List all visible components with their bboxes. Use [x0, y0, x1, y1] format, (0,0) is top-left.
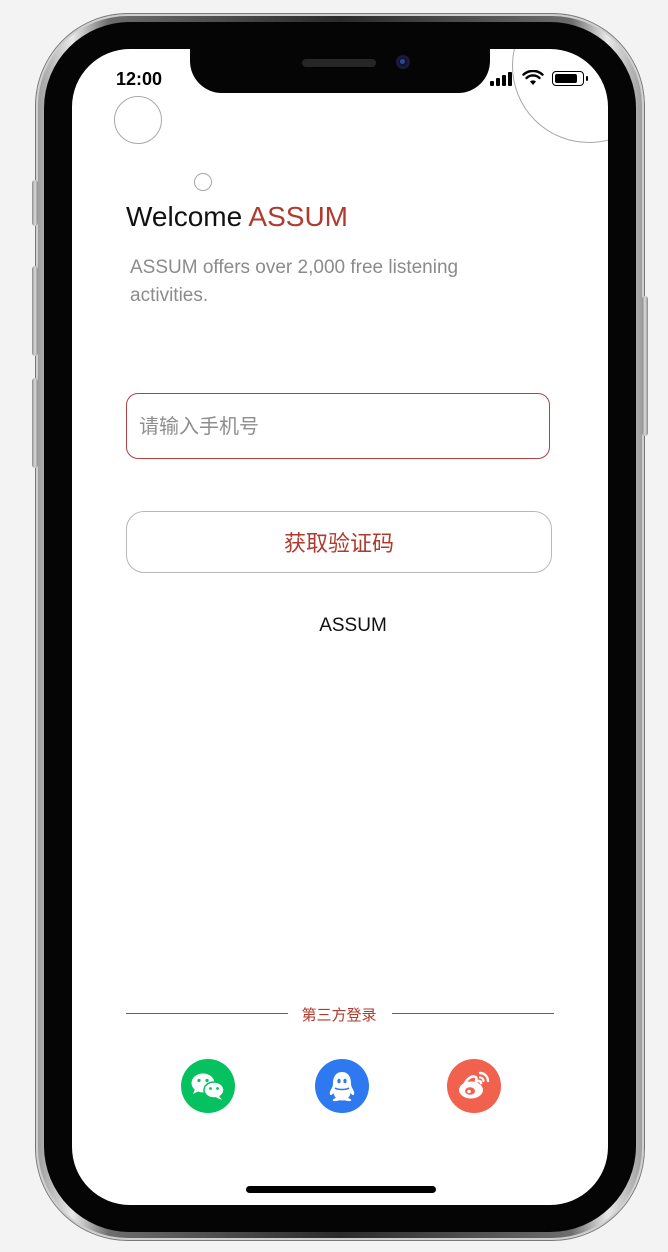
speaker-grille	[302, 59, 376, 67]
home-indicator[interactable]	[246, 1186, 436, 1193]
phone-number-input[interactable]	[126, 393, 550, 459]
wifi-icon	[522, 70, 544, 85]
notch	[190, 49, 490, 93]
welcome-brand: ASSUM	[248, 201, 348, 232]
qq-login-button[interactable]	[315, 1059, 369, 1113]
status-time: 12:00	[116, 69, 163, 89]
divider-line-left	[126, 1013, 288, 1014]
power-button	[642, 296, 648, 436]
third-party-login-label: 第三方登录	[301, 1006, 377, 1024]
battery-icon	[552, 71, 588, 86]
wechat-login-button[interactable]	[181, 1059, 235, 1113]
divider-line-right	[392, 1013, 554, 1014]
volume-up-button	[32, 266, 38, 356]
wechat-icon	[191, 1073, 225, 1100]
weibo-login-button[interactable]	[447, 1059, 501, 1113]
brand-caption: ASSUM	[319, 615, 387, 636]
mute-switch	[32, 180, 38, 226]
decorative-circle-small	[194, 173, 212, 191]
decorative-circle-top-right	[512, 49, 608, 143]
volume-down-button	[32, 378, 38, 468]
qq-icon	[329, 1072, 355, 1102]
decorative-circle-large	[114, 96, 162, 144]
front-camera	[396, 55, 410, 69]
get-verification-code-button[interactable]: 获取验证码	[126, 511, 552, 573]
weibo-icon	[459, 1071, 490, 1099]
cellular-signal-icon	[490, 72, 514, 86]
app-screen: 12:00 Welcome ASSUM ASSUM offers over 2,…	[72, 49, 608, 1205]
welcome-heading: Welcome ASSUM	[126, 201, 348, 233]
welcome-prefix: Welcome	[126, 201, 243, 232]
welcome-subtitle: ASSUM offers over 2,000 free listening a…	[130, 257, 459, 306]
